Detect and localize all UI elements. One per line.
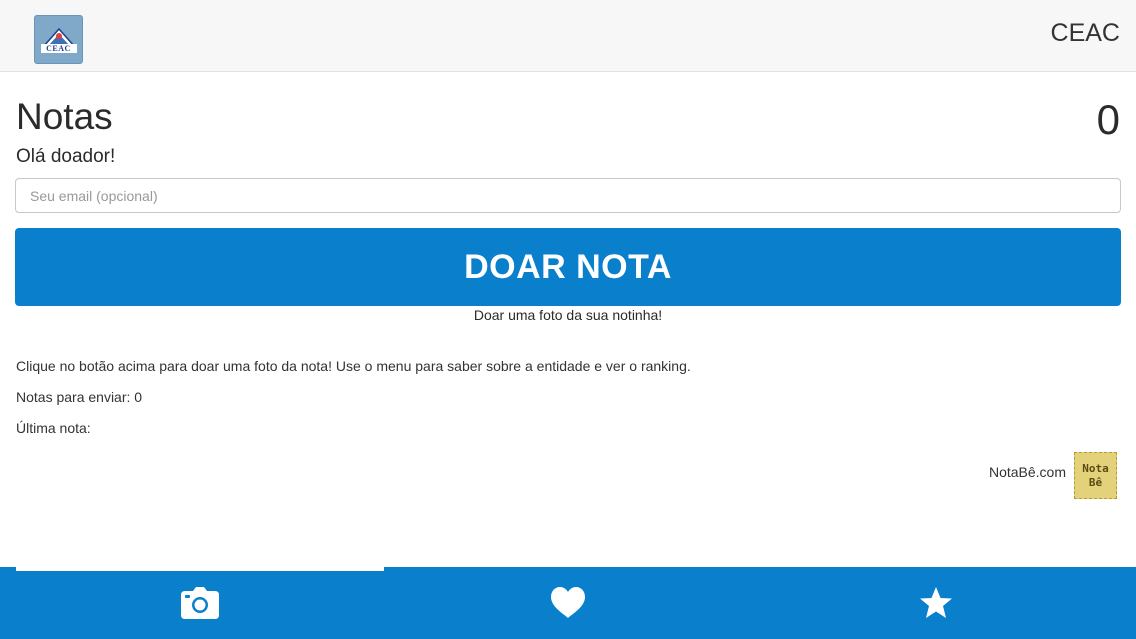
brand-title: CEAC xyxy=(1050,19,1120,47)
notes-counter: 0 xyxy=(1096,96,1120,143)
donate-hint: Doar uma foto da sua notinha! xyxy=(473,307,663,323)
notabe-logo-line2: Bê xyxy=(1088,475,1103,489)
instructions-text: Clique no botão acima para doar uma foto… xyxy=(16,358,691,374)
donate-button[interactable]: DOAR NOTA xyxy=(15,228,1121,306)
logo-emblem: CEAC xyxy=(40,27,77,53)
notabe-logo-line1: Nota xyxy=(1082,461,1109,475)
tab-entity[interactable] xyxy=(379,567,757,639)
star-icon xyxy=(920,587,952,618)
notabe-link[interactable]: NotaBê.com xyxy=(989,464,1066,480)
last-note-label: Última nota: xyxy=(16,420,91,436)
ceac-logo[interactable]: CEAC xyxy=(34,15,83,64)
logo-text: CEAC xyxy=(40,43,77,53)
tab-ranking[interactable] xyxy=(747,567,1125,639)
email-input[interactable] xyxy=(15,178,1121,213)
pending-notes-label: Notas para enviar: 0 xyxy=(16,389,143,405)
tab-camera[interactable] xyxy=(11,567,389,639)
camera-icon xyxy=(181,587,219,619)
notabe-logo[interactable]: Nota Bê xyxy=(1074,452,1117,499)
heart-icon xyxy=(551,587,585,618)
top-bar xyxy=(0,0,1136,72)
greeting-text: Olá doador! xyxy=(16,146,116,167)
page-title: Notas xyxy=(16,96,113,137)
